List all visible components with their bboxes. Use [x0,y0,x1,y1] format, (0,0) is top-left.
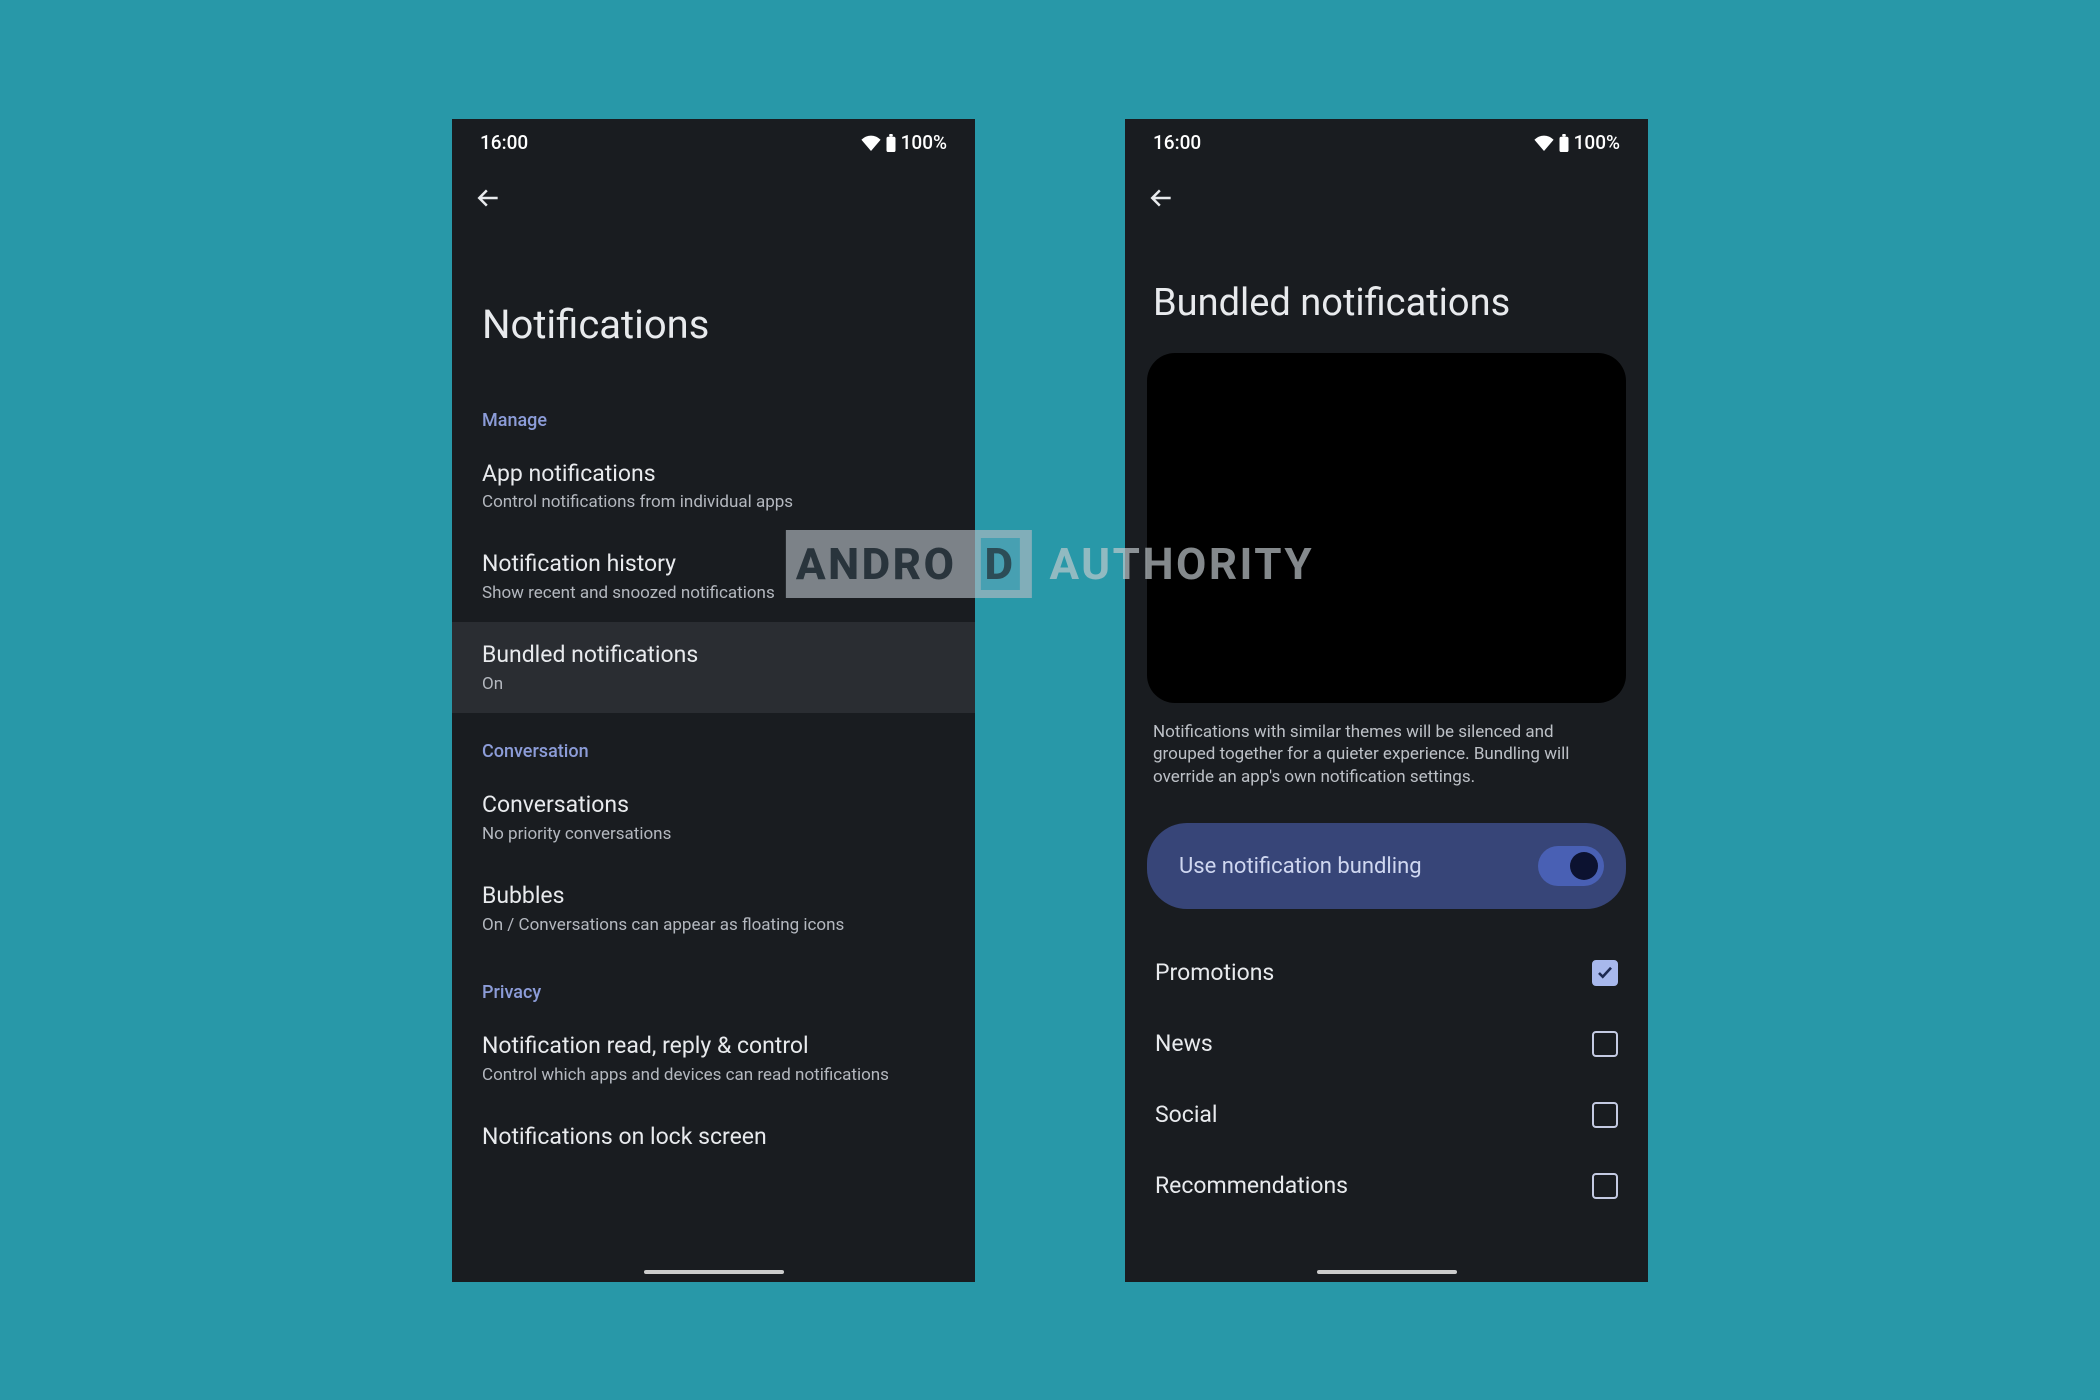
checkbox-row-recommendations[interactable]: Recommendations [1125,1150,1648,1221]
checkbox-icon[interactable] [1592,960,1618,986]
battery-icon [1558,134,1570,152]
status-icons: 100% [861,131,947,154]
setting-notification-history[interactable]: Notification history Show recent and sno… [452,531,975,622]
status-bar: 16:00 100% [1125,119,1648,167]
battery-percent: 100% [1574,131,1620,154]
toggle-label: Use notification bundling [1179,854,1422,879]
nav-handle[interactable] [644,1270,784,1274]
checkbox-row-promotions[interactable]: Promotions [1125,937,1648,1008]
nav-handle[interactable] [1317,1270,1457,1274]
status-icons: 100% [1534,131,1620,154]
setting-app-notifications[interactable]: App notifications Control notifications … [452,441,975,532]
checkbox-icon[interactable] [1592,1031,1618,1057]
wifi-icon [861,135,881,151]
checkbox-row-social[interactable]: Social [1125,1079,1648,1150]
setting-bubbles[interactable]: Bubbles On / Conversations can appear as… [452,863,975,954]
preview-card [1147,353,1626,703]
page-title: Bundled notifications [1125,211,1648,353]
toggle-use-notification-bundling[interactable]: Use notification bundling [1147,823,1626,909]
section-label-manage: Manage [452,382,975,441]
setting-bundled-notifications[interactable]: Bundled notifications On [452,622,975,713]
phone-screen-bundled-notifications: 16:00 100% Bundled notifications Notific… [1125,119,1648,1282]
phone-screen-notifications: 16:00 100% Notifications Manage App noti… [452,119,975,1282]
checkbox-row-news[interactable]: News [1125,1008,1648,1079]
setting-conversations[interactable]: Conversations No priority conversations [452,772,975,863]
setting-notifications-on-lock-screen[interactable]: Notifications on lock screen [452,1104,975,1152]
battery-percent: 100% [901,131,947,154]
description-text: Notifications with similar themes will b… [1125,721,1648,810]
checkbox-icon[interactable] [1592,1102,1618,1128]
setting-notification-read-reply-control[interactable]: Notification read, reply & control Contr… [452,1013,975,1104]
page-title: Notifications [452,211,975,382]
back-arrow-icon[interactable] [1149,185,1175,211]
battery-icon [885,134,897,152]
back-arrow-icon[interactable] [476,185,502,211]
section-label-conversation: Conversation [452,713,975,772]
status-bar: 16:00 100% [452,119,975,167]
switch-icon[interactable] [1538,846,1604,886]
section-label-privacy: Privacy [452,954,975,1013]
status-time: 16:00 [480,131,528,154]
checkbox-icon[interactable] [1592,1173,1618,1199]
status-time: 16:00 [1153,131,1201,154]
wifi-icon [1534,135,1554,151]
